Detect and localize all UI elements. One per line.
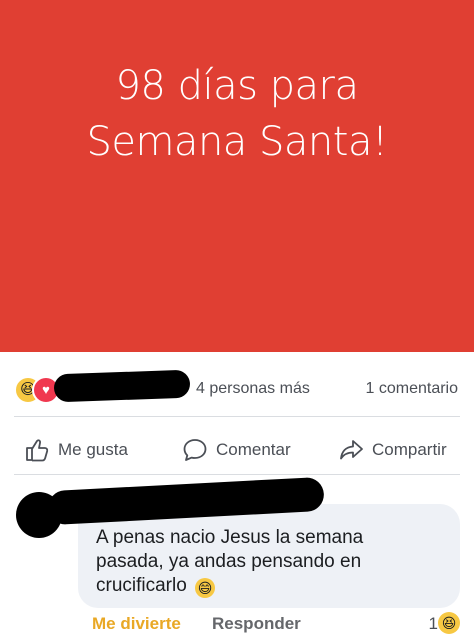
post-image[interactable]: 98 días para Semana Santa! — [0, 0, 474, 352]
share-label: Compartir — [372, 440, 447, 459]
post-text: 98 días para Semana Santa! — [0, 58, 474, 170]
share-arrow-icon — [340, 440, 363, 460]
divider — [14, 474, 460, 475]
thumbs-up-icon — [26, 439, 49, 462]
haha-reaction-button[interactable]: Me divierte — [92, 614, 181, 634]
comment-button[interactable]: Comentar — [182, 434, 291, 466]
comment-label: Comentar — [216, 440, 291, 459]
reply-button[interactable]: Responder — [212, 614, 301, 634]
comment-footer: Me divierte Responder 1 😆 — [0, 610, 474, 638]
comments-count[interactable]: 1 comentario — [366, 380, 459, 398]
comment-text: A penas nacio Jesus la semana pasada, ya… — [96, 526, 436, 598]
speech-bubble-icon — [183, 439, 207, 461]
post-text-line-2: Semana Santa! — [86, 119, 388, 165]
divider — [14, 416, 460, 417]
post-text-line-1: 98 días para — [115, 63, 359, 109]
like-button[interactable]: Me gusta — [24, 434, 128, 466]
others-reacted-text[interactable]: 4 personas más — [196, 380, 310, 398]
redacted-name — [53, 369, 191, 403]
post-stats: 😆 ♥ 4 personas más 1 comentario — [0, 360, 474, 416]
like-label: Me gusta — [58, 440, 128, 459]
comment-reaction-count[interactable]: 1 — [429, 614, 438, 634]
action-bar: Me gusta Comentar Compartir — [0, 428, 474, 472]
share-button[interactable]: Compartir — [338, 434, 447, 466]
laughing-emoji-icon: 😄 — [195, 578, 216, 598]
haha-icon: 😆 — [438, 612, 460, 634]
comment-body: A penas nacio Jesus la semana pasada, ya… — [96, 527, 364, 596]
